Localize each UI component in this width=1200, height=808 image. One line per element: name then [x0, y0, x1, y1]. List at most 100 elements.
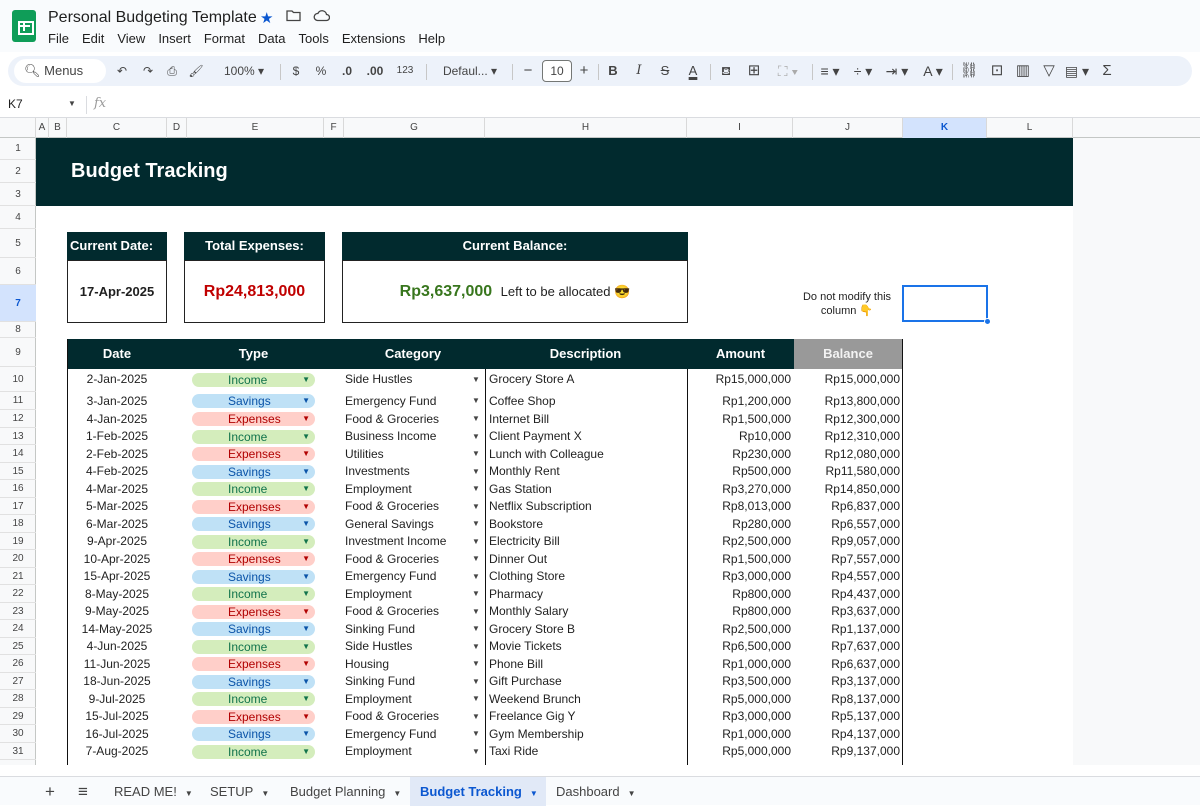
font-size-input[interactable]: 10	[542, 60, 572, 82]
text-color-button[interactable]: A	[684, 56, 702, 86]
category-dropdown-icon[interactable]: ▼	[472, 428, 480, 445]
date-cell[interactable]: 5-Mar-2025	[67, 498, 167, 515]
category-cell[interactable]: Utilities	[345, 445, 485, 463]
menu-help[interactable]: Help	[418, 31, 445, 46]
currency-format-button[interactable]: $	[286, 56, 306, 86]
column-header-f[interactable]: F	[324, 118, 344, 138]
category-dropdown-icon[interactable]: ▼	[472, 673, 480, 690]
type-chip[interactable]: Savings ▼	[192, 727, 315, 741]
column-header-e[interactable]: E	[187, 118, 324, 138]
column-header-i[interactable]: I	[687, 118, 793, 138]
category-dropdown-icon[interactable]: ▼	[472, 620, 480, 638]
tab-dropdown-icon[interactable]: ▼	[185, 789, 193, 798]
row-header-11[interactable]: 11	[0, 392, 36, 410]
column-header-a[interactable]: A	[36, 118, 49, 138]
description-cell[interactable]: Freelance Gig Y	[487, 708, 687, 725]
italic-button[interactable]: I	[630, 56, 648, 86]
insert-comment-icon[interactable]: ⊡	[986, 56, 1008, 86]
add-sheet-icon[interactable]: +	[40, 777, 60, 806]
sheet-tab-read-me[interactable]: READ ME! ▼	[104, 777, 196, 806]
amount-cell[interactable]: Rp5,000,000	[687, 690, 791, 708]
description-cell[interactable]: Gym Membership	[487, 725, 687, 743]
category-cell[interactable]: Side Hustles	[345, 638, 485, 655]
current-date-card[interactable]: 17-Apr-2025	[67, 260, 167, 323]
description-cell[interactable]: Electricity Bill	[487, 533, 687, 550]
type-chip[interactable]: Savings ▼	[192, 394, 315, 408]
column-header-g[interactable]: G	[344, 118, 485, 138]
current-balance-card[interactable]: Rp3,637,000 Left to be allocated 😎	[342, 260, 688, 323]
row-header-16[interactable]: 16	[0, 480, 36, 498]
type-chip[interactable]: Income ▼	[192, 587, 315, 601]
insert-chart-icon[interactable]: ▥	[1012, 56, 1034, 86]
type-chip[interactable]: Expenses ▼	[192, 499, 315, 514]
menu-view[interactable]: View	[117, 31, 145, 46]
menu-format[interactable]: Format	[204, 31, 245, 46]
column-header-l[interactable]: L	[987, 118, 1073, 138]
row-header-22[interactable]: 22	[0, 585, 36, 603]
column-header-j[interactable]: J	[793, 118, 903, 138]
type-chip[interactable]: Income ▼	[192, 429, 315, 444]
type-chip[interactable]: Income ▼	[192, 482, 315, 496]
type-cell[interactable]: Expenses ▼	[192, 603, 315, 620]
date-cell[interactable]: 1-Feb-2025	[67, 428, 167, 445]
row-header-15[interactable]: 15	[0, 463, 36, 480]
type-cell[interactable]: Savings ▼	[192, 515, 315, 533]
amount-cell[interactable]: Rp3,270,000	[687, 480, 791, 498]
all-sheets-icon[interactable]: ≡	[73, 777, 93, 806]
category-cell[interactable]: Housing	[345, 655, 485, 673]
category-dropdown-icon[interactable]: ▼	[472, 743, 480, 760]
type-cell[interactable]: Savings ▼	[192, 620, 315, 638]
header-category[interactable]: Category	[342, 339, 484, 369]
column-header-k[interactable]: K	[903, 118, 987, 138]
row-header-6[interactable]: 6	[0, 258, 36, 285]
menu-tools[interactable]: Tools	[298, 31, 328, 46]
type-chip[interactable]: Income ▼	[192, 692, 315, 706]
row-header-14[interactable]: 14	[0, 445, 36, 463]
date-cell[interactable]: 6-Mar-2025	[67, 515, 167, 533]
sheet-tab-setup[interactable]: SETUP ▼	[200, 777, 276, 806]
category-cell[interactable]: Emergency Fund	[345, 392, 485, 410]
description-cell[interactable]: Grocery Store A	[487, 367, 687, 392]
amount-cell[interactable]: Rp2,500,000	[687, 620, 791, 638]
decrease-font-size-button[interactable]: −	[518, 56, 538, 86]
formula-input[interactable]	[120, 92, 1200, 118]
amount-cell[interactable]: Rp2,500,000	[687, 533, 791, 550]
description-cell[interactable]: Lunch with Colleague	[487, 445, 687, 463]
row-header-20[interactable]: 20	[0, 550, 36, 568]
row-header-8[interactable]: 8	[0, 322, 36, 338]
row-header-23[interactable]: 23	[0, 603, 36, 620]
sheets-logo-icon[interactable]	[12, 10, 36, 42]
category-dropdown-icon[interactable]: ▼	[472, 367, 480, 392]
date-cell[interactable]: 7-Aug-2025	[67, 743, 167, 760]
bold-button[interactable]: B	[604, 56, 622, 86]
row-header-25[interactable]: 25	[0, 638, 36, 655]
type-chip[interactable]: Expenses ▼	[192, 604, 315, 619]
type-chip[interactable]: Expenses ▼	[192, 657, 315, 671]
description-cell[interactable]: Phone Bill	[487, 655, 687, 673]
menu-extensions[interactable]: Extensions	[342, 31, 406, 46]
amount-cell[interactable]: Rp10,000	[687, 428, 791, 445]
amount-cell[interactable]: Rp5,000,000	[687, 743, 791, 760]
date-cell[interactable]: 8-May-2025	[67, 585, 167, 603]
amount-cell[interactable]: Rp3,000,000	[687, 708, 791, 725]
row-header-7[interactable]: 7	[0, 285, 36, 322]
type-cell[interactable]: Income ▼	[192, 638, 315, 655]
date-cell[interactable]: 4-Jun-2025	[67, 638, 167, 655]
amount-cell[interactable]: Rp230,000	[687, 445, 791, 463]
category-dropdown-icon[interactable]: ▼	[472, 463, 480, 480]
zoom-select[interactable]: 100% ▾	[214, 56, 274, 86]
category-dropdown-icon[interactable]: ▼	[472, 480, 480, 498]
sheet-tab-dashboard[interactable]: Dashboard ▼	[546, 777, 642, 806]
menu-file[interactable]: File	[48, 31, 69, 46]
type-chip[interactable]: Income ▼	[192, 534, 315, 549]
column-header-c[interactable]: C	[67, 118, 167, 138]
type-cell[interactable]: Income ▼	[192, 367, 315, 392]
description-cell[interactable]: Monthly Salary	[487, 603, 687, 620]
type-chip[interactable]: Savings ▼	[192, 569, 315, 584]
sheet-tab-budget-tracking[interactable]: Budget Tracking ▼	[410, 777, 546, 806]
menu-edit[interactable]: Edit	[82, 31, 104, 46]
description-cell[interactable]: Internet Bill	[487, 410, 687, 428]
row-header-18[interactable]: 18	[0, 515, 36, 533]
type-cell[interactable]: Expenses ▼	[192, 410, 315, 428]
row-header-13[interactable]: 13	[0, 428, 36, 445]
